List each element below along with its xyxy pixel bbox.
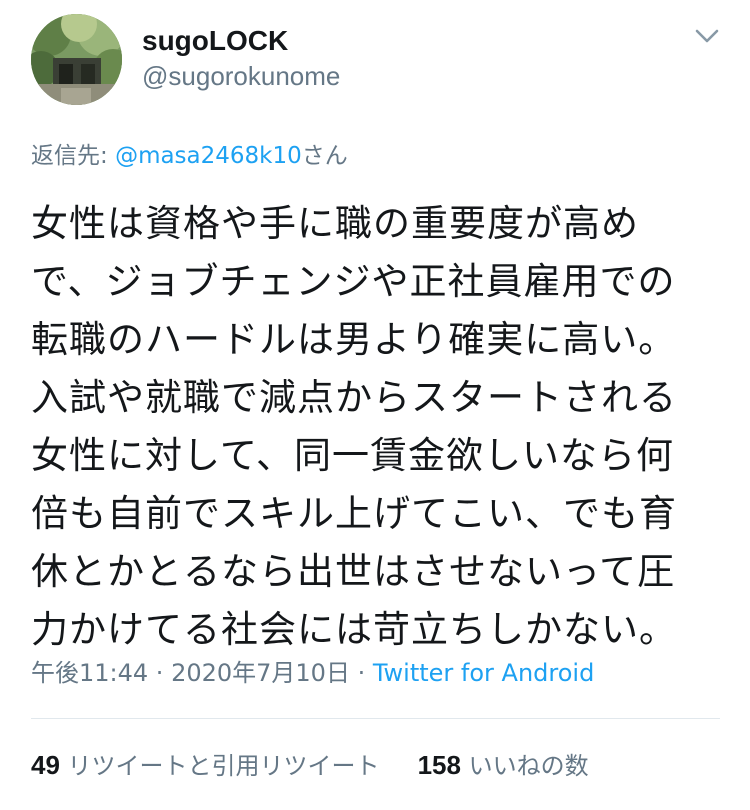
meta-separator: · — [349, 659, 373, 687]
display-name[interactable]: sugoLOCK — [142, 24, 288, 58]
tweet-text: 女性は資格や手に職の重要度が高め で、ジョブチェンジや正社員雇用での 転職のハー… — [31, 195, 721, 659]
divider — [31, 718, 720, 719]
tweet-header: sugoLOCK @sugorokunome — [0, 0, 750, 120]
tweet-date[interactable]: 2020年7月10日 — [171, 659, 350, 687]
tweet-time[interactable]: 午後11:44 — [31, 659, 148, 687]
tweet-text-line: 女性は資格や手に職の重要度が高め — [31, 202, 639, 245]
tweet-text-line: 休とかとるなら出世はさせないって圧 — [31, 550, 676, 593]
retweets-label: リツイートと引用リツイート — [59, 752, 380, 780]
tweet-text-line: で、ジョブチェンジや正社員雇用での — [31, 260, 676, 303]
reply-mention-link[interactable]: @masa2468k10 — [115, 143, 302, 169]
reply-prefix: 返信先: — [31, 143, 116, 169]
likes-label: いいねの数 — [460, 752, 589, 780]
avatar[interactable] — [31, 14, 122, 105]
reply-to-line: 返信先: @masa2468k10さん — [31, 141, 348, 171]
retweets-stat[interactable]: 49 リツイートと引用リツイート — [31, 750, 380, 780]
tweet-text-line: 入試や就職で減点からスタートされる — [31, 376, 677, 419]
likes-count: 158 — [417, 750, 461, 780]
tweet-metadata: 午後11:44 · 2020年7月10日 · Twitter for Andro… — [31, 657, 594, 689]
user-handle[interactable]: @sugorokunome — [142, 60, 340, 92]
tweet-text-line: 転職のハードルは男より確実に高い。 — [31, 318, 677, 361]
avatar-image — [31, 14, 122, 105]
tweet-detail: sugoLOCK @sugorokunome 返信先: @masa2468k10… — [0, 0, 750, 810]
likes-stat[interactable]: 158 いいねの数 — [417, 750, 589, 780]
reply-suffix: さん — [301, 143, 348, 169]
chevron-down-icon[interactable] — [690, 22, 724, 50]
tweet-text-line: 女性に対して、同一賃金欲しいなら何 — [31, 434, 675, 477]
meta-separator: · — [148, 659, 172, 687]
tweet-stats: 49 リツイートと引用リツイート 158 いいねの数 — [31, 748, 589, 783]
tweet-source-link[interactable]: Twitter for Android — [373, 659, 594, 687]
tweet-text-line: 倍も自前でスキル上げてこい、でも育 — [31, 492, 677, 535]
retweets-count: 49 — [31, 750, 60, 780]
tweet-text-line: 力かけてる社会には苛立ちしかない。 — [31, 608, 677, 651]
